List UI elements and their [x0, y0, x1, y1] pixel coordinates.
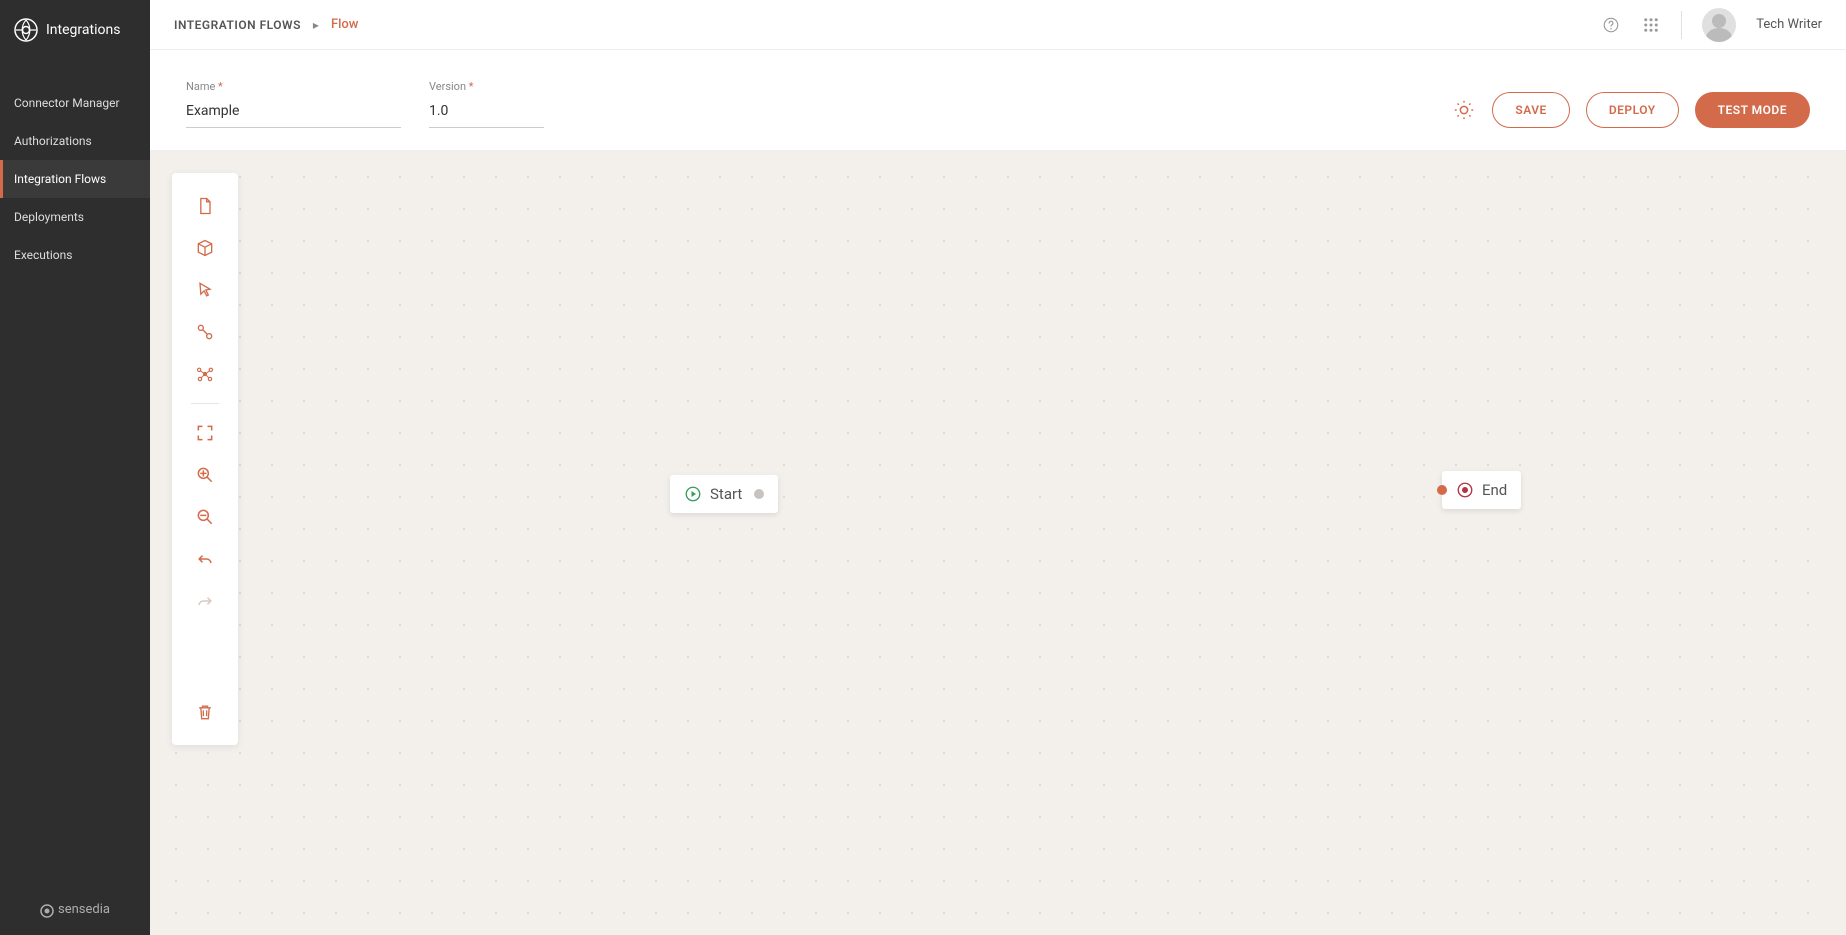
sensedia-logo-icon	[40, 903, 54, 917]
breadcrumb-current: Flow	[331, 17, 359, 32]
sidebar-item-authorizations[interactable]: Authorizations	[0, 122, 150, 160]
formbar: Name * Version * SAVE DEPLOY TEST MODE	[150, 50, 1846, 151]
tool-connector-icon[interactable]	[184, 311, 226, 353]
app-logo[interactable]: Integrations	[0, 0, 150, 60]
tool-fit-screen-icon[interactable]	[184, 412, 226, 454]
sensedia-brand: sensedia	[58, 902, 110, 917]
main-area: INTEGRATION FLOWS ▸ Flow Tech Writer Nam…	[150, 0, 1846, 935]
save-button[interactable]: SAVE	[1492, 92, 1569, 128]
name-label: Name *	[186, 80, 401, 93]
flow-canvas[interactable]: Start End	[150, 151, 1828, 935]
test-mode-button[interactable]: TEST MODE	[1695, 92, 1810, 128]
flow-node-end[interactable]: End	[1442, 471, 1521, 509]
tool-document-icon[interactable]	[184, 185, 226, 227]
tool-trash-icon[interactable]	[184, 691, 226, 733]
name-input[interactable]	[186, 97, 401, 128]
breadcrumb: INTEGRATION FLOWS ▸ Flow	[174, 17, 1601, 32]
tool-box-icon[interactable]	[184, 227, 226, 269]
apps-grid-icon[interactable]	[1641, 15, 1661, 35]
tool-nodes-icon[interactable]	[184, 353, 226, 395]
sidebar: Integrations Connector Manager Authoriza…	[0, 0, 150, 935]
chevron-right-icon: ▸	[313, 18, 319, 32]
settings-gear-icon[interactable]	[1452, 98, 1476, 122]
integrations-logo-icon	[14, 18, 38, 42]
tool-redo-icon[interactable]	[184, 580, 226, 622]
canvas-grid	[150, 151, 1828, 935]
end-node-label: End	[1482, 481, 1507, 499]
app-name: Integrations	[46, 22, 120, 38]
topbar-divider	[1681, 11, 1682, 39]
canvas-toolbox	[172, 173, 238, 745]
sidebar-item-integration-flows[interactable]: Integration Flows	[0, 160, 150, 198]
breadcrumb-root[interactable]: INTEGRATION FLOWS	[174, 18, 301, 32]
start-node-output-port[interactable]	[754, 489, 764, 499]
user-avatar[interactable]	[1702, 8, 1736, 42]
tool-cursor-icon[interactable]	[184, 269, 226, 311]
sidebar-footer: sensedia	[0, 902, 150, 917]
version-input[interactable]	[429, 97, 544, 128]
start-node-label: Start	[710, 485, 742, 503]
flow-node-start[interactable]: Start	[670, 475, 778, 513]
field-name: Name *	[186, 80, 401, 128]
user-name: Tech Writer	[1756, 17, 1822, 32]
tool-zoom-out-icon[interactable]	[184, 496, 226, 538]
deploy-button[interactable]: DEPLOY	[1586, 92, 1679, 128]
sidebar-item-executions[interactable]: Executions	[0, 236, 150, 274]
sidebar-item-deployments[interactable]: Deployments	[0, 198, 150, 236]
help-icon[interactable]	[1601, 15, 1621, 35]
play-circle-icon	[684, 485, 702, 503]
toolbox-divider	[191, 403, 219, 404]
field-version: Version *	[429, 80, 544, 128]
tool-undo-icon[interactable]	[184, 538, 226, 580]
version-label: Version *	[429, 80, 544, 93]
tool-zoom-in-icon[interactable]	[184, 454, 226, 496]
topbar: INTEGRATION FLOWS ▸ Flow Tech Writer	[150, 0, 1846, 50]
sidebar-item-connector-manager[interactable]: Connector Manager	[0, 84, 150, 122]
sidebar-nav: Connector Manager Authorizations Integra…	[0, 84, 150, 274]
stop-circle-icon	[1456, 481, 1474, 499]
end-node-input-port[interactable]	[1437, 485, 1447, 495]
